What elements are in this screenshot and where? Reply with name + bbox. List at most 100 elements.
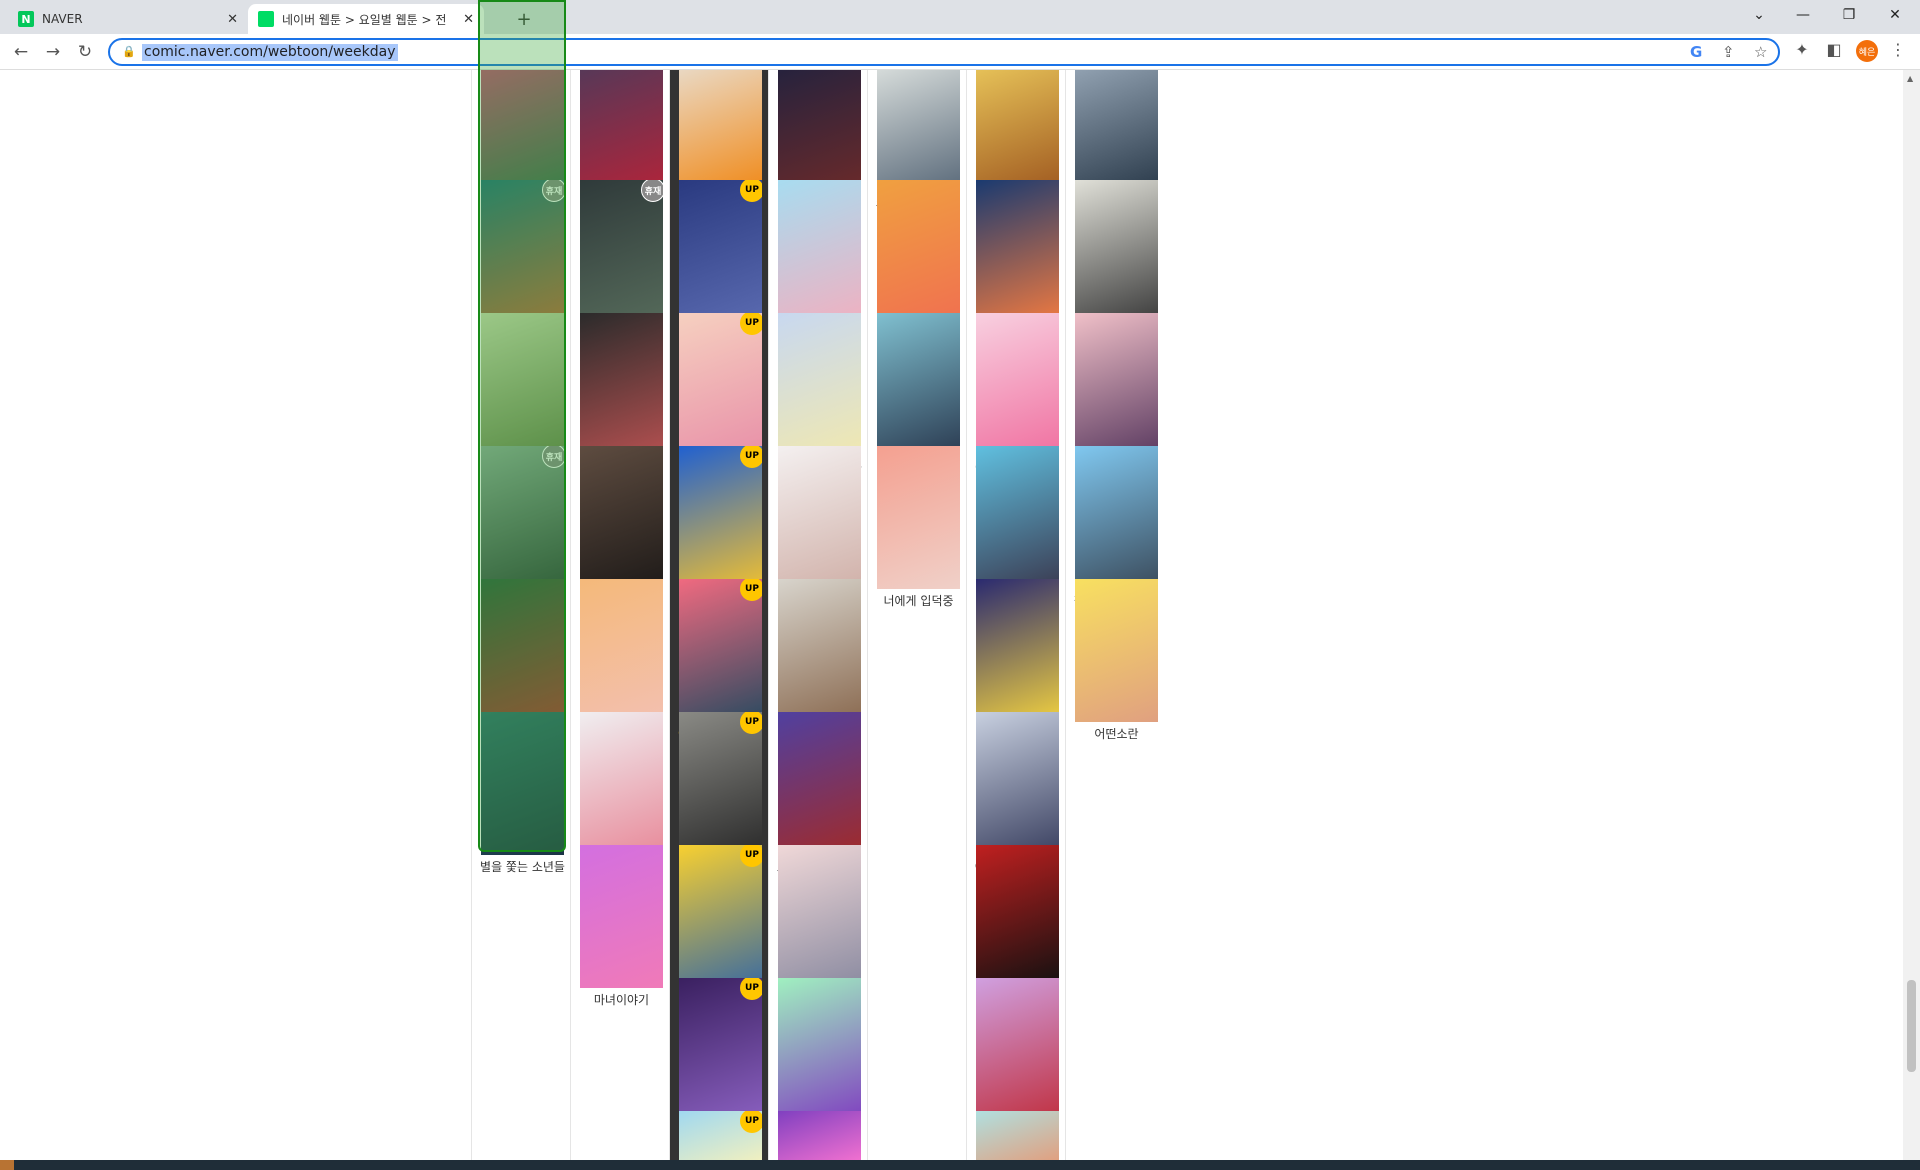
webtoon-thumbnail[interactable] bbox=[481, 712, 564, 855]
webtoon-thumbnail[interactable] bbox=[778, 313, 861, 456]
extensions-icon[interactable]: ✦ bbox=[1790, 40, 1814, 59]
webtoon-icon bbox=[258, 11, 274, 27]
webtoon-thumbnail[interactable]: UP bbox=[679, 180, 762, 323]
webtoon-thumbnail[interactable] bbox=[976, 1111, 1059, 1160]
webtoon-thumbnail[interactable] bbox=[877, 180, 960, 323]
new-tab-button[interactable]: + bbox=[490, 5, 558, 33]
webtoon-thumbnail[interactable] bbox=[1075, 579, 1158, 722]
weekday-column: 아가사밤을 깨우는 마법이건 그냥 연애...스트릿 워크아웃숨겨진 성녀아침을… bbox=[966, 47, 1065, 1160]
avatar[interactable]: 혜은 bbox=[1856, 40, 1878, 62]
star-icon[interactable]: ☆ bbox=[1754, 43, 1767, 61]
reload-icon[interactable]: ↻ bbox=[72, 40, 98, 64]
scrollbar[interactable]: ▲ bbox=[1903, 70, 1920, 1160]
up-badge: UP bbox=[740, 712, 762, 734]
webtoon-thumbnail[interactable]: 휴재 bbox=[481, 180, 564, 323]
webtoon-thumbnail[interactable] bbox=[778, 446, 861, 589]
webtoon-item[interactable] bbox=[976, 1111, 1059, 1160]
webtoon-thumbnail[interactable]: UP bbox=[679, 712, 762, 855]
webtoon-thumbnail[interactable]: 휴재 bbox=[481, 446, 564, 589]
weekday-column: 결혼공략휴재신군사막에 핀 달휴재달로 만든 아이디나운스별을 쫓는 소년들 bbox=[471, 47, 570, 1160]
webtoon-thumbnail[interactable] bbox=[481, 313, 564, 456]
webtoon-title[interactable]: 마녀이야기 bbox=[572, 991, 671, 1009]
address-bar[interactable]: 🔒 comic.naver.com/webtoon/weekday G ⇪ ☆ bbox=[108, 38, 1780, 66]
up-badge: UP bbox=[740, 978, 762, 1000]
webtoon-thumbnail[interactable] bbox=[778, 579, 861, 722]
toolbar: ← → ↻ 🔒 comic.naver.com/webtoon/weekday … bbox=[0, 34, 1920, 70]
share-icon[interactable]: ⇪ bbox=[1722, 43, 1735, 61]
tab-title: 네이버 웹툰 > 요일별 웹툰 > 전 bbox=[282, 12, 447, 27]
up-badge: UP bbox=[740, 845, 762, 867]
webtoon-thumbnail[interactable] bbox=[976, 978, 1059, 1121]
up-badge: UP bbox=[740, 180, 762, 202]
scrollbar-thumb[interactable] bbox=[1907, 980, 1916, 1072]
restore-icon[interactable]: ❐ bbox=[1826, 0, 1872, 30]
webtoon-thumbnail[interactable] bbox=[976, 712, 1059, 855]
webtoon-thumbnail[interactable] bbox=[778, 845, 861, 988]
webtoon-thumbnail[interactable] bbox=[976, 313, 1059, 456]
webtoon-thumbnail[interactable] bbox=[778, 1111, 861, 1160]
menu-icon[interactable]: ⋮ bbox=[1886, 40, 1910, 59]
webtoon-thumbnail[interactable]: UP bbox=[679, 1111, 762, 1160]
webtoon-thumbnail[interactable] bbox=[778, 712, 861, 855]
close-icon[interactable]: ✕ bbox=[227, 12, 238, 27]
webtoon-thumbnail[interactable] bbox=[976, 446, 1059, 589]
webtoon-thumbnail[interactable] bbox=[1075, 180, 1158, 323]
webtoon-thumbnail[interactable]: UP bbox=[679, 845, 762, 988]
webtoon-thumbnail[interactable]: UP bbox=[679, 446, 762, 589]
up-badge: UP bbox=[740, 579, 762, 601]
webtoon-thumbnail[interactable]: 휴재 bbox=[580, 180, 663, 323]
webtoon-thumbnail[interactable] bbox=[1075, 446, 1158, 589]
weekday-webtoon-list: 결혼공략휴재신군사막에 핀 달휴재달로 만든 아이디나운스별을 쫓는 소년들달이… bbox=[0, 47, 1903, 1160]
webtoon-title[interactable]: 별을 쫓는 소년들 bbox=[473, 858, 572, 876]
webtoon-thumbnail[interactable] bbox=[778, 180, 861, 323]
tab-webtoon[interactable]: 네이버 웹툰 > 요일별 웹툰 > 전 ✕ bbox=[248, 4, 484, 34]
webtoon-thumbnail[interactable]: UP bbox=[679, 579, 762, 722]
webtoon-thumbnail[interactable] bbox=[580, 446, 663, 589]
taskbar-app-icon bbox=[0, 1160, 14, 1170]
side-panel-icon[interactable]: ◧ bbox=[1822, 40, 1846, 59]
taskbar bbox=[0, 1160, 1920, 1170]
forward-icon[interactable]: → bbox=[40, 40, 66, 64]
back-icon[interactable]: ← bbox=[8, 40, 34, 64]
webtoon-thumbnail[interactable] bbox=[1075, 313, 1158, 456]
webtoon-thumbnail[interactable] bbox=[580, 712, 663, 855]
webtoon-item[interactable]: 어떤소란 bbox=[1075, 579, 1158, 743]
weekday-column: 밀실 마피아 게임구해줘, 호구!독신마법사 기...철수와 영희 이...어떤… bbox=[1065, 47, 1164, 1160]
webtoon-item[interactable]: 마녀이야기 bbox=[580, 845, 663, 1009]
webtoon-thumbnail[interactable] bbox=[877, 313, 960, 456]
lock-icon: 🔒 bbox=[122, 45, 136, 58]
naver-n-icon: N bbox=[18, 11, 34, 27]
webtoon-thumbnail[interactable] bbox=[877, 446, 960, 589]
webtoon-thumbnail[interactable] bbox=[976, 845, 1059, 988]
webtoon-thumbnail[interactable] bbox=[976, 180, 1059, 323]
webtoon-title[interactable]: 어떤소란 bbox=[1067, 725, 1166, 743]
weekday-column: 배트맨: 웨인 ...로맨틱 태평수산나쁜 마법사의 꿈연애의 발견널 사랑하는… bbox=[768, 47, 867, 1160]
webtoon-title[interactable]: 너에게 입덕중 bbox=[869, 592, 968, 610]
webtoon-thumbnail[interactable]: UP bbox=[679, 313, 762, 456]
up-badge: UP bbox=[740, 446, 762, 468]
minimize-icon[interactable]: — bbox=[1780, 0, 1826, 30]
close-icon[interactable]: ✕ bbox=[463, 12, 474, 27]
webtoon-thumbnail[interactable]: UP bbox=[679, 978, 762, 1121]
tab-bar: N NAVER ✕ 네이버 웹툰 > 요일별 웹툰 > 전 ✕ + ⌄ — ❐ … bbox=[0, 0, 1920, 34]
webtoon-item[interactable]: UP bbox=[679, 1111, 762, 1160]
webtoon-thumbnail[interactable] bbox=[580, 845, 663, 988]
google-icon[interactable]: G bbox=[1690, 43, 1702, 61]
close-window-icon[interactable]: ✕ bbox=[1872, 0, 1918, 30]
webtoon-item[interactable]: 너에게 입덕중 bbox=[877, 446, 960, 610]
tab-naver[interactable]: N NAVER ✕ bbox=[8, 4, 248, 34]
weekday-column: 하지만 너는 2...UP낙원의 이론UP수호하는 너에게UP프로듀스 온리원U… bbox=[669, 47, 768, 1160]
webtoon-thumbnail[interactable] bbox=[580, 313, 663, 456]
tab-search-chevron-icon[interactable]: ⌄ bbox=[1736, 0, 1782, 30]
webtoon-thumbnail[interactable] bbox=[580, 579, 663, 722]
scroll-up-icon[interactable]: ▲ bbox=[1907, 74, 1913, 83]
url-text[interactable]: comic.naver.com/webtoon/weekday bbox=[142, 44, 398, 61]
hiatus-badge: 휴재 bbox=[542, 446, 564, 468]
webtoon-thumbnail[interactable] bbox=[778, 978, 861, 1121]
webtoon-item[interactable] bbox=[778, 1111, 861, 1160]
webtoon-thumbnail[interactable] bbox=[976, 579, 1059, 722]
webtoon-thumbnail[interactable] bbox=[481, 579, 564, 722]
up-badge: UP bbox=[740, 313, 762, 335]
webtoon-item[interactable]: 별을 쫓는 소년들 bbox=[480, 712, 565, 876]
hiatus-badge: 휴재 bbox=[542, 180, 564, 202]
